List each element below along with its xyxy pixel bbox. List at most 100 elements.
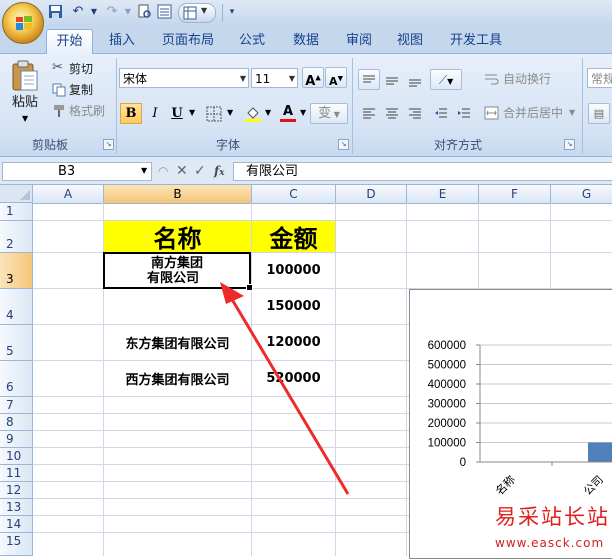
underline-dropdown-icon[interactable]: ▼ (189, 108, 195, 117)
row-header-13[interactable]: 13 (0, 499, 33, 516)
tab-data[interactable]: 数据 (284, 29, 328, 53)
increase-indent-button[interactable] (453, 103, 475, 124)
tab-insert[interactable]: 插入 (100, 29, 144, 53)
row-header-7[interactable]: 7 (0, 397, 33, 414)
tab-review[interactable]: 审阅 (337, 29, 381, 53)
shrink-font-button[interactable]: A▼ (325, 67, 347, 88)
font-size-combo[interactable]: 11 ▼ (251, 68, 298, 88)
cell-c2-header[interactable]: 金额 (252, 221, 335, 253)
cell-b4-name[interactable] (104, 289, 251, 324)
cell-b6-name[interactable]: 西方集团有限公司 (104, 361, 251, 396)
borders-button[interactable] (203, 103, 225, 124)
cut-button[interactable]: ✂ 剪切 (50, 60, 112, 79)
font-color-button[interactable]: A (277, 103, 299, 124)
font-color-dropdown-icon[interactable]: ▼ (300, 108, 306, 117)
italic-button[interactable]: I (144, 103, 166, 124)
currency-format-button[interactable]: ▤ (588, 103, 610, 124)
clipboard-launcher-icon[interactable]: ↘ (103, 139, 114, 150)
formula-bar-resize-icon[interactable]: ◠ (158, 163, 168, 180)
orientation-button[interactable]: ⟋▼ (430, 69, 462, 90)
paste-button[interactable]: 粘贴 ▼ (6, 60, 44, 134)
align-right-button[interactable] (404, 103, 426, 124)
number-format-combo[interactable]: 常规 (587, 68, 612, 88)
undo-dropdown-icon[interactable]: ▼ (86, 4, 102, 20)
decrease-indent-button[interactable] (430, 103, 452, 124)
cell-b2-header[interactable]: 名称 (104, 221, 251, 253)
align-top-button[interactable] (358, 69, 380, 90)
merge-center-button[interactable]: 合并后居中 ▼ (484, 103, 580, 123)
bold-button[interactable]: B (120, 103, 142, 124)
formula-input[interactable]: 有限公司 (233, 162, 612, 181)
align-left-icon (363, 108, 375, 119)
align-middle-icon (386, 77, 398, 85)
fill-color-button[interactable] (242, 103, 264, 124)
column-header-e[interactable]: E (407, 185, 479, 203)
fill-color-dropdown-icon[interactable]: ▼ (265, 108, 271, 117)
print-preview-icon[interactable] (136, 4, 152, 20)
cancel-entry-icon[interactable]: ✕ (176, 163, 188, 180)
phonetic-button[interactable]: 变 ▼ (310, 103, 348, 124)
row-header-8[interactable]: 8 (0, 414, 33, 431)
cell-c5-amount[interactable]: 120000 (252, 325, 335, 360)
undo-icon[interactable]: ↶ (70, 4, 86, 20)
row-header-15[interactable]: 15 (0, 533, 33, 556)
quick-access-separator (222, 4, 223, 22)
row-header-12[interactable]: 12 (0, 482, 33, 499)
save-icon[interactable] (47, 4, 63, 20)
underline-button[interactable]: U (166, 103, 188, 124)
cell-c3-amount[interactable]: 100000 (252, 253, 335, 288)
row-header-9[interactable]: 9 (0, 431, 33, 448)
row-header-3[interactable]: 3 (0, 253, 33, 289)
tab-view[interactable]: 视图 (388, 29, 432, 53)
insert-function-icon[interactable]: fx (214, 163, 225, 180)
align-bottom-button[interactable] (404, 69, 426, 90)
row-header-11[interactable]: 11 (0, 465, 33, 482)
column-header-c[interactable]: C (252, 185, 336, 203)
cell-c4-amount[interactable]: 150000 (252, 289, 335, 324)
row-header-4[interactable]: 4 (0, 289, 33, 325)
wrap-text-button[interactable]: 自动换行 (484, 69, 566, 89)
row-header-5[interactable]: 5 (0, 325, 33, 361)
copy-button[interactable]: 复制 (50, 81, 112, 100)
chart-bar[interactable] (588, 442, 612, 463)
row-header-10[interactable]: 10 (0, 448, 33, 465)
cell-c6-amount[interactable]: 520000 (252, 361, 335, 396)
confirm-entry-icon[interactable]: ✓ (194, 163, 206, 180)
redo-icon[interactable]: ↷ (104, 4, 120, 20)
y-tick-label: 0 (460, 457, 466, 469)
column-header-a[interactable]: A (33, 185, 104, 203)
align-left-button[interactable] (358, 103, 380, 124)
tab-developer[interactable]: 开发工具 (444, 29, 508, 53)
column-header-f[interactable]: F (479, 185, 551, 203)
office-button[interactable] (2, 2, 44, 44)
column-header-g[interactable]: G (551, 185, 612, 203)
wrap-text-icon (485, 74, 499, 85)
row-header-2[interactable]: 2 (0, 221, 33, 253)
tab-page-layout[interactable]: 页面布局 (157, 29, 219, 53)
align-center-button[interactable] (381, 103, 403, 124)
tab-formulas[interactable]: 公式 (230, 29, 274, 53)
column-header-b[interactable]: B (104, 185, 252, 203)
alignment-launcher-icon[interactable]: ↘ (564, 139, 575, 150)
align-middle-button[interactable] (381, 69, 403, 90)
tab-home[interactable]: 开始 (46, 29, 93, 54)
borders-dropdown-icon[interactable]: ▼ (227, 108, 233, 117)
chevron-down-icon[interactable]: ▼ (141, 166, 147, 175)
column-header-d[interactable]: D (336, 185, 407, 203)
redo-dropdown-icon[interactable]: ▼ (120, 4, 136, 20)
quick-access-toggle[interactable]: ▼ (178, 3, 216, 23)
row-header-6[interactable]: 6 (0, 361, 33, 397)
row-header-1[interactable]: 1 (0, 203, 33, 221)
form-icon[interactable] (156, 4, 172, 20)
name-box[interactable]: B3 (2, 162, 152, 181)
font-name-combo[interactable]: 宋体 ▼ (119, 68, 249, 88)
font-launcher-icon[interactable]: ↘ (338, 139, 349, 150)
format-painter-button[interactable]: 格式刷 (50, 102, 112, 121)
group-separator (582, 58, 583, 154)
select-all-button[interactable] (0, 185, 33, 203)
cell-b5-name[interactable]: 东方集团有限公司 (104, 325, 251, 360)
grow-font-button[interactable]: A▲ (302, 67, 324, 89)
customize-quick-access-icon[interactable]: ▾ (224, 4, 240, 20)
row-header-14[interactable]: 14 (0, 516, 33, 533)
cell-b3-selected[interactable]: 南方集团 有限公司 (103, 252, 251, 289)
